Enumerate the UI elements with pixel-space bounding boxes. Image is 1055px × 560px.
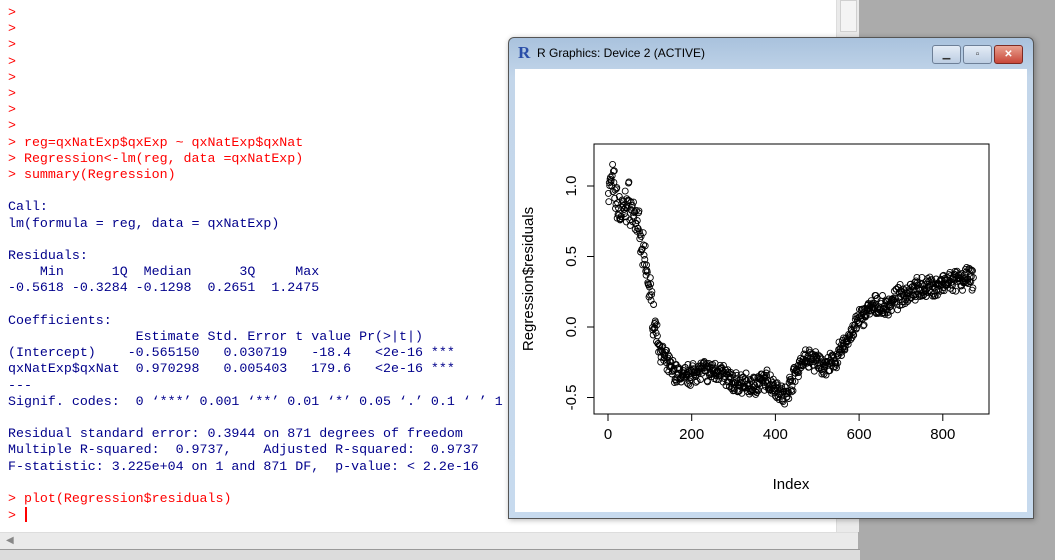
residuals-plot: 0 200 400 600 800 -0.5 0.0 0.5 1.0 Index Regress… [520, 143, 990, 493]
y-tick-label: 0.5 [563, 246, 580, 267]
console-input-line: > plot(Regression$residuals) [8, 491, 232, 506]
x-tick-label: 200 [679, 426, 704, 443]
console-input-line: > [8, 37, 16, 53]
console-input-line: > [8, 5, 16, 20]
console-output-line: F-statistic: 3.225e+04 on 1 and 871 DF, … [8, 458, 479, 474]
plot-canvas: 0 200 400 600 800 -0.5 0.0 0.5 1.0 Index Regress… [515, 69, 1027, 512]
console-prompt[interactable]: > [8, 507, 27, 523]
x-tick-label: 400 [763, 426, 788, 443]
text-cursor [24, 507, 27, 523]
console-output-line: lm(formula = reg, data = qxNatExp) [8, 215, 280, 231]
console-input-line: > [8, 86, 16, 101]
console-input-line: > summary(Regression) [8, 167, 176, 182]
console-input-line: > [8, 53, 16, 69]
window-title: R Graphics: Device 2 (ACTIVE) [537, 46, 706, 60]
console-output-line: (Intercept) -0.565150 0.030719 -18.4 <2e… [8, 345, 455, 361]
status-strip [0, 549, 860, 560]
y-tick-label: -0.5 [563, 385, 580, 411]
console-input-line: > [8, 118, 16, 134]
console-input-line: > [8, 102, 16, 118]
data-point [879, 292, 886, 299]
data-point [621, 187, 629, 195]
graphics-window: R R Graphics: Device 2 (ACTIVE) ▁ ▫ ✕ 0 2… [508, 37, 1034, 519]
console-output-line: Min 1Q Median 3Q Max [8, 264, 328, 280]
horizontal-scrollbar[interactable]: ◀ [0, 532, 858, 550]
console-input-line: > Regression<-lm(reg, data =qxNatExp) [8, 150, 304, 166]
r-logo-icon: R [518, 43, 531, 62]
scrollbar-thumb[interactable] [840, 0, 857, 32]
maximize-button[interactable]: ▫ [963, 45, 992, 64]
close-button[interactable]: ✕ [994, 45, 1023, 64]
scroll-left-icon[interactable]: ◀ [6, 535, 14, 546]
x-axis-label: Index [773, 476, 810, 493]
console-output-line: Multiple R-squared: 0.9737, Adjusted R-s… [8, 442, 487, 458]
console-input-line: > [8, 21, 16, 37]
y-axis-label: Regression$residuals [520, 207, 537, 351]
minimize-button[interactable]: ▁ [932, 45, 961, 64]
console-output-line: qxNatExp$qxNat 0.970298 0.005403 179.6 <… [8, 361, 455, 377]
console-output-line: -0.5618 -0.3284 -0.1298 0.2651 1.2475 [8, 280, 328, 296]
console-output-line: Signif. codes: 0 ‘***’ 0.001 ‘**’ 0.01 ‘… [8, 393, 503, 409]
console-input-line: > reg=qxNatExp$qxExp ~ qxNatExp$qxNat [8, 134, 304, 150]
x-tick-label: 600 [847, 426, 872, 443]
console-output-line: Call: [8, 199, 48, 215]
console-output-line: Residual standard error: 0.3944 on 871 d… [8, 426, 463, 442]
console-output-line: Residuals: [8, 248, 88, 263]
data-point [605, 198, 613, 206]
y-tick-label: 1.0 [563, 176, 580, 197]
x-tick-label: 800 [930, 426, 955, 443]
console-output-line: Coefficients: [8, 312, 112, 328]
console-output-line: Estimate Std. Error t value Pr(>|t|) [8, 329, 455, 344]
console-input-line: > [8, 69, 16, 85]
data-point [609, 160, 617, 168]
prompt-symbol: > [8, 508, 16, 524]
console-output-line: --- [8, 377, 32, 393]
y-tick-label: 0.0 [563, 317, 580, 338]
x-tick-label: 0 [604, 426, 612, 443]
